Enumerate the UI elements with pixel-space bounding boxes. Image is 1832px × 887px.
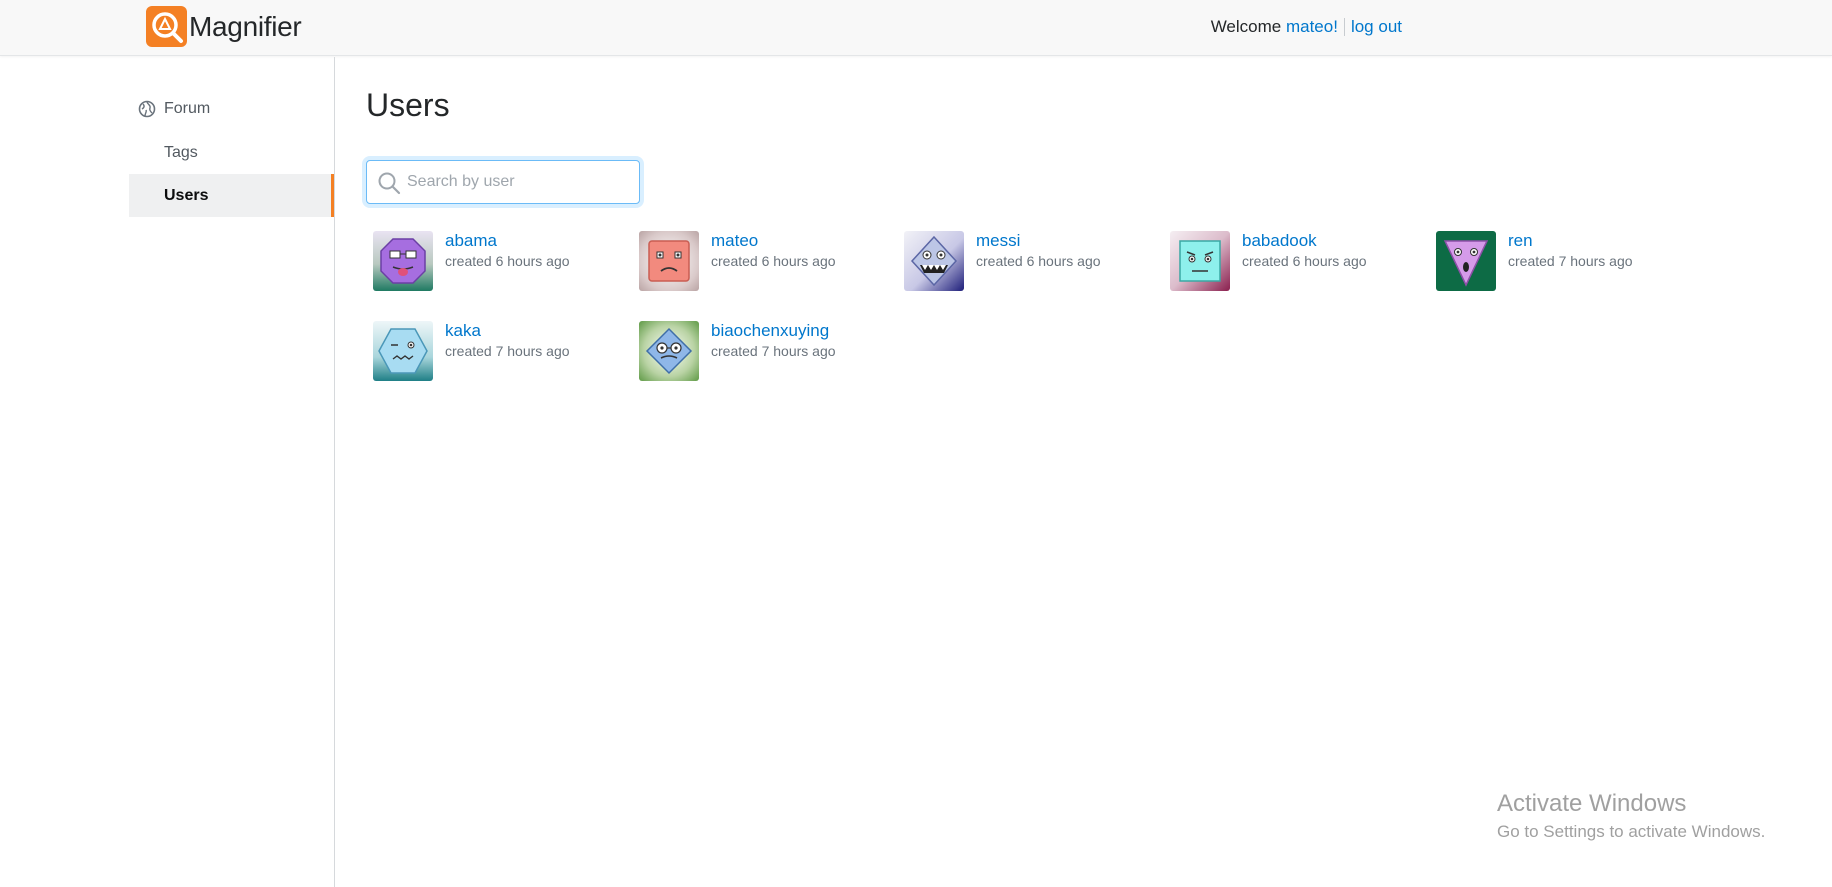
search-icon xyxy=(377,171,401,200)
avatar[interactable] xyxy=(1170,231,1230,291)
activate-windows-watermark: Activate Windows Go to Settings to activ… xyxy=(1497,790,1765,842)
user-card: ren created 7 hours ago xyxy=(1429,231,1689,295)
avatar[interactable] xyxy=(373,231,433,291)
user-name-link[interactable]: biaochenxuying xyxy=(711,321,829,341)
user-created-date: created 7 hours ago xyxy=(711,343,836,359)
divider xyxy=(1343,18,1345,36)
avatar[interactable] xyxy=(1436,231,1496,291)
welcome-text: Welcome xyxy=(1210,17,1282,36)
sidebar-item-tags[interactable]: Tags xyxy=(129,131,334,174)
sidebar-item-forum[interactable]: Forum xyxy=(129,87,334,130)
magnifier-logo-icon xyxy=(146,6,187,47)
avatar[interactable] xyxy=(373,321,433,381)
user-name-link[interactable]: kaka xyxy=(445,321,481,341)
sidebar: Forum Tags Users xyxy=(0,57,335,887)
user-card: mateo created 6 hours ago xyxy=(632,231,892,295)
watermark-subtitle: Go to Settings to activate Windows. xyxy=(1497,822,1766,841)
search-box[interactable] xyxy=(366,160,640,204)
user-created-date: created 6 hours ago xyxy=(976,253,1101,269)
user-card: biaochenxuying created 7 hours ago xyxy=(632,321,892,385)
avatar[interactable] xyxy=(904,231,964,291)
sidebar-item-label: Users xyxy=(164,186,209,204)
user-created-date: created 6 hours ago xyxy=(711,253,836,269)
user-name-link[interactable]: abama xyxy=(445,231,497,251)
user-name-link[interactable]: babadook xyxy=(1242,231,1317,251)
user-name-link[interactable]: messi xyxy=(976,231,1020,251)
user-name-link[interactable]: mateo xyxy=(711,231,758,251)
user-created-date: created 7 hours ago xyxy=(445,343,570,359)
sidebar-item-label: Forum xyxy=(164,99,211,117)
logo[interactable]: Magnifier xyxy=(146,5,302,48)
user-bar: Welcome mateo! log out xyxy=(1211,17,1402,37)
page-title: Users xyxy=(366,87,450,123)
sidebar-item-label: Tags xyxy=(164,143,198,161)
user-card: messi created 6 hours ago xyxy=(897,231,1157,295)
logout-link[interactable]: log out xyxy=(1351,17,1402,37)
profile-link[interactable]: mateo! xyxy=(1286,17,1338,37)
search-input[interactable] xyxy=(407,169,632,195)
app-name: Magnifier xyxy=(189,10,302,42)
user-card: kaka created 7 hours ago xyxy=(366,321,626,385)
user-card: babadook created 6 hours ago xyxy=(1163,231,1423,295)
watermark-title: Activate Windows xyxy=(1497,790,1687,817)
user-name-link[interactable]: ren xyxy=(1508,231,1533,251)
user-created-date: created 6 hours ago xyxy=(445,253,570,269)
user-created-date: created 7 hours ago xyxy=(1508,253,1633,269)
avatar[interactable] xyxy=(639,321,699,381)
avatar[interactable] xyxy=(639,231,699,291)
top-bar: Magnifier Welcome mateo! log out xyxy=(0,0,1832,56)
sidebar-item-users[interactable]: Users xyxy=(129,174,334,217)
user-created-date: created 6 hours ago xyxy=(1242,253,1367,269)
globe-icon xyxy=(138,100,156,118)
user-card: abama created 6 hours ago xyxy=(366,231,626,295)
